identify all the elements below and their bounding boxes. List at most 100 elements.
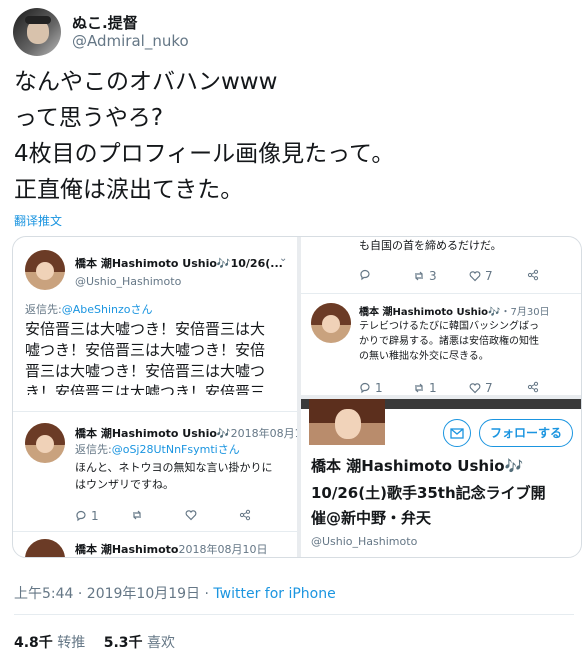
share-icon bbox=[239, 509, 251, 521]
reply-mention[interactable]: @oSj28UtNnFsymtiさん bbox=[112, 443, 240, 456]
retweet-stat-label: 转推 bbox=[57, 635, 86, 651]
body-line: ほんと、ネトウヨの無知な言い掛かりに bbox=[75, 461, 273, 474]
translate-link[interactable]: 翻译推文 bbox=[14, 212, 62, 229]
body-line: 嘘つき！安倍晋三は大嘘つき！安倍 bbox=[25, 341, 266, 359]
screenshot-profile[interactable]: フォローする 橋本 潮Hashimoto Ushio🎶 10/26(土)歌手35… bbox=[301, 399, 581, 557]
tweet-date: ・7月30日 bbox=[500, 307, 550, 318]
tweet-source-link[interactable]: Twitter for iPhone bbox=[213, 586, 335, 602]
retweet-stat[interactable]: 4.8千 转推 bbox=[14, 635, 85, 651]
heart-icon bbox=[185, 509, 197, 521]
divider bbox=[14, 614, 574, 615]
body-line: かりで辟易する。諸悪は安倍政権の知性 bbox=[359, 336, 539, 347]
profile-handle: @Ushio_Hashimoto bbox=[311, 535, 418, 548]
body-line: き！安倍晋三は大嘘つき！安倍晋三 bbox=[25, 383, 266, 395]
tweet-line: 4枚目のプロフィール画像見たって。 bbox=[14, 141, 395, 167]
reply-count: 1 bbox=[91, 509, 99, 523]
body-line: テレビつけるたびに韓国バッシングばっ bbox=[359, 321, 539, 332]
divider bbox=[13, 531, 297, 532]
tweet-header: 橋本 潮Hashimoto Ushio🎶2018年08月18日 bbox=[75, 425, 297, 441]
share-action[interactable] bbox=[239, 509, 251, 521]
retweet-icon bbox=[131, 509, 143, 521]
message-icon[interactable] bbox=[443, 419, 471, 447]
display-name: 橋本 潮Hashimoto Ushio🎶 bbox=[75, 427, 231, 440]
divider bbox=[13, 411, 297, 412]
like-action[interactable] bbox=[185, 509, 197, 521]
retweet-action[interactable] bbox=[131, 509, 143, 521]
like-action[interactable]: 7 bbox=[469, 381, 493, 395]
share-action[interactable] bbox=[527, 381, 539, 393]
reply-action[interactable]: 1 bbox=[359, 381, 383, 395]
author-handle[interactable]: @Admiral_nuko bbox=[72, 32, 189, 50]
reply-action[interactable]: 1 bbox=[75, 509, 99, 523]
tweet-line: 正直俺は涙出てきた。 bbox=[14, 177, 244, 203]
like-stat[interactable]: 5.3千 喜欢 bbox=[104, 635, 175, 651]
author-avatar[interactable] bbox=[13, 8, 61, 56]
screenshot-left[interactable]: 橋本 潮Hashimoto Ushio🎶10/26(... ⌄ @Ushio_H… bbox=[13, 237, 297, 557]
bio-line: 10/26(土)歌手35th記念ライブ開 bbox=[311, 484, 546, 502]
media-card[interactable]: 橋本 潮Hashimoto Ushio🎶10/26(... ⌄ @Ushio_H… bbox=[12, 236, 582, 558]
display-name: 橋本 潮Hashimoto bbox=[75, 543, 179, 556]
retweet-icon bbox=[413, 270, 425, 282]
screenshot-top-right[interactable]: も自国の首を締めるだけだ。 3 7 橋本 潮Hashimoto Ushio🎶・7… bbox=[301, 237, 581, 395]
display-name: 橋本 潮Hashimoto Ushio🎶 bbox=[359, 307, 501, 318]
share-icon bbox=[527, 269, 539, 281]
reply-icon bbox=[359, 382, 371, 394]
bio-line: 催@新中野・弁天 bbox=[311, 509, 432, 527]
tweet-meta: 上午5:44 · 2019年10月19日 · Twitter for iPhon… bbox=[14, 583, 336, 603]
body-line: はウンザリですね。 bbox=[75, 478, 174, 491]
tweet-stats: 4.8千 转推 5.3千 喜欢 bbox=[14, 632, 175, 652]
reply-context: 返信先:@oSj28UtNnFsymtiさん bbox=[75, 441, 240, 457]
tweet-line: なんやこのオバハンwww bbox=[14, 69, 278, 95]
heart-icon bbox=[469, 270, 481, 282]
retweet-action[interactable]: 3 bbox=[413, 269, 437, 283]
reply-action[interactable] bbox=[359, 269, 371, 281]
retweet-count: 3 bbox=[429, 269, 437, 283]
handle: @Ushio_Hashimoto bbox=[75, 275, 182, 288]
tweet-body-tail: も自国の首を締めるだけだ。 bbox=[359, 239, 502, 252]
retweet-stat-count: 4.8千 bbox=[14, 635, 53, 651]
like-count: 7 bbox=[485, 381, 493, 395]
body-line: の無い稚拙な外交に尽きる。 bbox=[359, 351, 489, 362]
profile-photo bbox=[309, 399, 385, 445]
reply-prefix: 返信先: bbox=[75, 443, 112, 456]
tweet-header: 橋本 潮Hashimoto Ushio🎶・7月30日 bbox=[359, 303, 550, 318]
chevron-down-icon[interactable]: ⌄ bbox=[279, 253, 287, 264]
tweet-text: なんやこのオバハンwww って思うやろ? 4枚目のプロフィール画像見たって。 正… bbox=[14, 64, 394, 208]
retweet-action[interactable]: 1 bbox=[413, 381, 437, 395]
avatar bbox=[25, 539, 65, 557]
like-count: 7 bbox=[485, 269, 493, 283]
avatar bbox=[311, 303, 351, 343]
body-line: 安倍晋三は大嘘つき！安倍晋三は大 bbox=[25, 320, 266, 338]
tweet-body: 安倍晋三は大嘘つき！安倍晋三は大 嘘つき！安倍晋三は大嘘つき！安倍 晋三は大嘘つ… bbox=[25, 319, 265, 395]
reply-prefix: 返信先: bbox=[25, 303, 62, 316]
tweet-header: 橋本 潮Hashimoto2018年08月10日 bbox=[75, 541, 267, 557]
retweet-icon bbox=[413, 382, 425, 394]
author-name[interactable]: ぬこ.提督 bbox=[72, 12, 138, 33]
follow-button[interactable]: フォローする bbox=[479, 419, 573, 447]
reply-icon bbox=[75, 510, 87, 522]
profile-name: 橋本 潮Hashimoto Ushio🎶 bbox=[311, 457, 524, 475]
divider bbox=[301, 293, 581, 294]
reply-icon bbox=[359, 269, 371, 281]
body-line: 晋三は大嘘つき！安倍晋三は大嘘つ bbox=[25, 362, 266, 380]
avatar bbox=[25, 423, 65, 463]
avatar bbox=[25, 250, 65, 290]
tweet-body: ほんと、ネトウヨの無知な言い掛かりに はウンザリですね。 bbox=[75, 459, 273, 493]
share-action[interactable] bbox=[527, 269, 539, 281]
tweet-body: テレビつけるたびに韓国バッシングばっ かりで辟易する。諸悪は安倍政権の知性 の無… bbox=[359, 319, 539, 364]
share-icon bbox=[527, 381, 539, 393]
like-action[interactable]: 7 bbox=[469, 269, 493, 283]
heart-icon bbox=[469, 382, 481, 394]
retweet-count: 1 bbox=[429, 381, 437, 395]
display-name: 橋本 潮Hashimoto Ushio🎶10/26(... bbox=[75, 257, 283, 270]
reply-context: 返信先:@AbeShinzoさん bbox=[25, 301, 152, 317]
reply-mention[interactable]: @AbeShinzoさん bbox=[62, 303, 153, 316]
tweet-timestamp[interactable]: 上午5:44 · 2019年10月19日 · bbox=[14, 586, 213, 602]
tweet-date: 2018年08月10日 bbox=[178, 543, 268, 556]
like-stat-label: 喜欢 bbox=[146, 635, 175, 651]
reply-count: 1 bbox=[375, 381, 383, 395]
tweet-line: って思うやろ? bbox=[14, 105, 164, 131]
profile-bio: 10/26(土)歌手35th記念ライブ開 催@新中野・弁天 bbox=[311, 481, 546, 531]
tweet-date: 2018年08月18日 bbox=[230, 427, 297, 440]
like-stat-count: 5.3千 bbox=[103, 635, 143, 651]
